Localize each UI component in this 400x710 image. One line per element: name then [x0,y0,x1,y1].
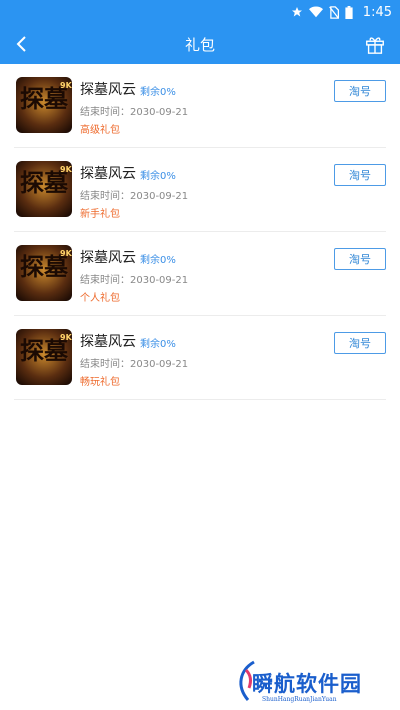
gift-icon [366,37,384,54]
wifi-icon [308,6,323,18]
game-icon: 探墓 9K [16,329,72,385]
gift-item: 探墓 9K 探墓风云 剩余0% 结束时间：2030-09-21 畅玩礼包 淘号 [14,316,386,400]
gift-type: 高级礼包 [80,125,120,136]
gift-item: 探墓 9K 探墓风云 剩余0% 结束时间：2030-09-21 个人礼包 淘号 [14,232,386,316]
gift-item: 探墓 9K 探墓风云 剩余0% 结束时间：2030-09-21 新手礼包 淘号 [14,148,386,232]
star-icon [291,7,302,17]
game-name: 探墓风云 [80,82,136,98]
taohao-button[interactable]: 淘号 [334,164,386,186]
status-bar: 1:45 [0,0,400,24]
game-icon: 探墓 9K [16,161,72,217]
gift-type: 新手礼包 [80,209,120,220]
end-time: 结束时间：2030-09-21 [80,359,189,370]
app-bar: 礼包 [0,24,400,64]
gift-button[interactable] [364,33,386,55]
game-icon: 探墓 9K [16,77,72,133]
remaining-percent: 剩余0% [140,87,176,98]
watermark-title: 瞬航软件园 [252,672,362,696]
no-sim-icon [328,5,339,19]
page-title: 礼包 [184,36,215,54]
svg-text:9K: 9K [60,249,72,258]
taohao-button[interactable]: 淘号 [334,80,386,102]
end-time: 结束时间：2030-09-21 [80,191,189,202]
game-icon: 探墓 9K [16,245,72,301]
end-time: 结束时间：2030-09-21 [80,275,189,286]
end-time: 结束时间：2030-09-21 [80,107,189,118]
svg-text:9K: 9K [60,81,72,90]
game-name: 探墓风云 [80,250,136,266]
watermark-subtitle: ShunHangRuanJianYuan [262,696,337,703]
game-name: 探墓风云 [80,166,136,182]
status-time: 1:45 [362,4,392,20]
status-icons: 1:45 [291,3,392,21]
remaining-percent: 剩余0% [140,339,176,350]
game-name: 探墓风云 [80,334,136,350]
watermark: 瞬航软件园 ShunHangRuanJianYuan [232,660,372,710]
gift-type: 个人礼包 [80,293,120,304]
remaining-percent: 剩余0% [140,171,176,182]
svg-text:9K: 9K [60,333,72,342]
gift-list: 探墓 9K 探墓风云 剩余0% 结束时间：2030-09-21 高级礼包 淘号 … [0,64,400,400]
svg-text:9K: 9K [60,165,72,174]
taohao-button[interactable]: 淘号 [334,248,386,270]
gift-type: 畅玩礼包 [80,377,120,388]
remaining-percent: 剩余0% [140,255,176,266]
gift-item: 探墓 9K 探墓风云 剩余0% 结束时间：2030-09-21 高级礼包 淘号 [14,64,386,148]
battery-icon [345,5,353,19]
taohao-button[interactable]: 淘号 [334,332,386,354]
